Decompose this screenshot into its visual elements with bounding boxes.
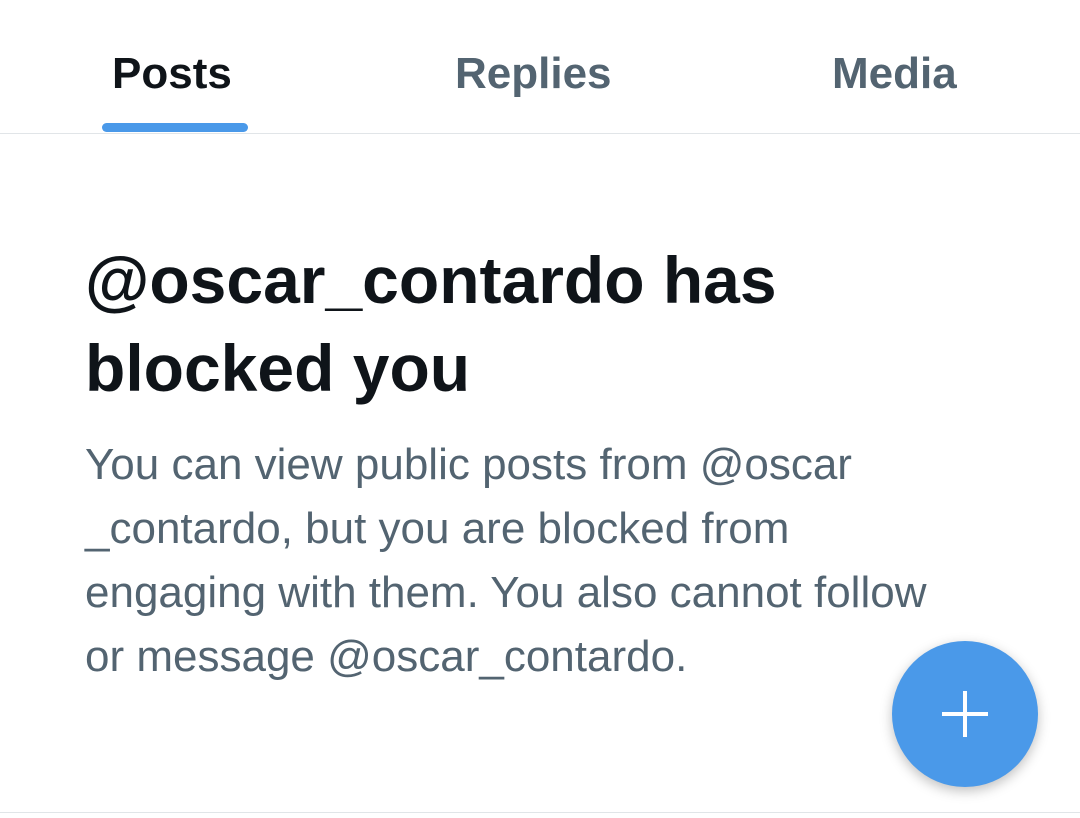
tab-posts-label: Posts [112, 49, 232, 98]
blocked-notice-title: @oscar_contardo has blocked you [85, 243, 777, 405]
tab-media[interactable]: Media [790, 0, 1020, 133]
tab-media-label: Media [832, 49, 957, 98]
tab-posts[interactable]: Posts [60, 0, 290, 133]
tab-replies[interactable]: Replies [410, 0, 670, 133]
tab-replies-label: Replies [455, 49, 612, 98]
active-tab-indicator [102, 123, 248, 132]
profile-tab-bar: Posts Replies Media [0, 0, 1080, 134]
plus-icon [942, 691, 988, 737]
compose-post-button[interactable] [892, 641, 1038, 787]
bottom-divider [0, 812, 1080, 813]
blocked-notice-description: You can view public posts from @oscar _c… [85, 440, 927, 681]
